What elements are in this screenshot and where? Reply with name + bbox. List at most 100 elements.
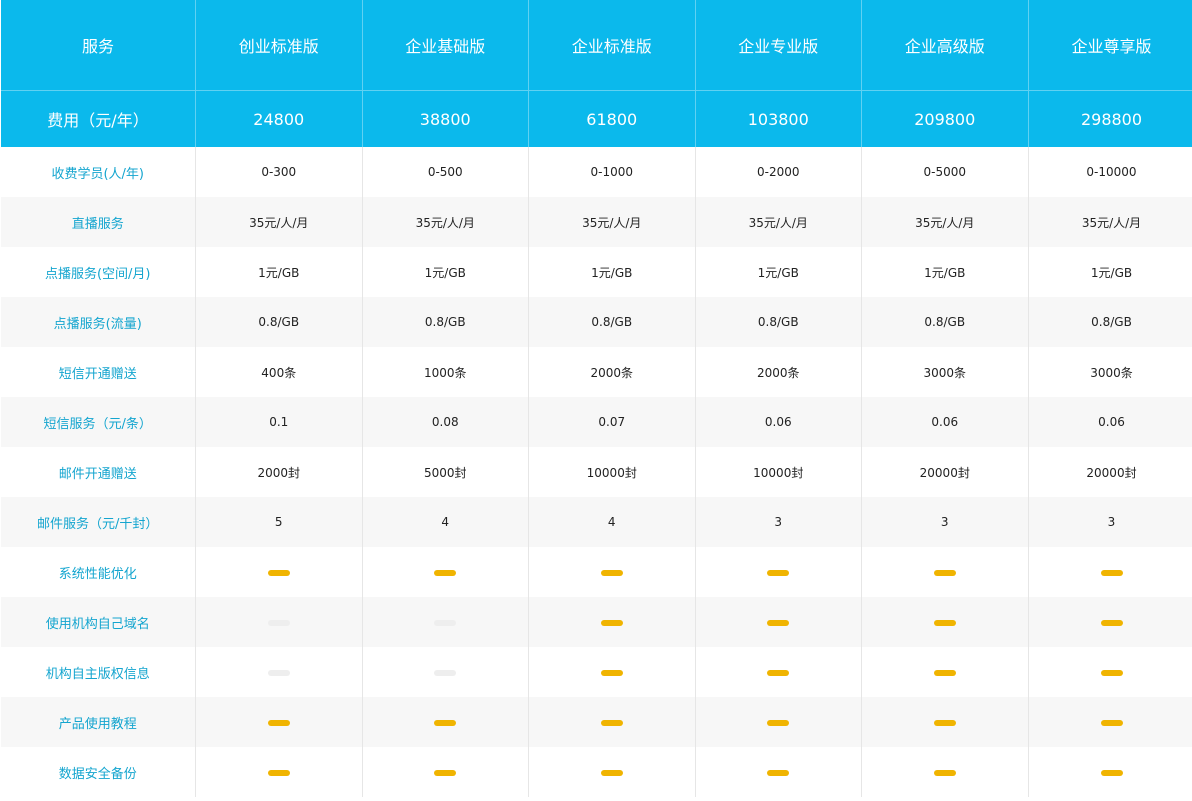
plan-name: 企业专业版 — [694, 0, 862, 91]
table-cell: 0.8/GB — [528, 297, 695, 347]
table-cell: 4 — [361, 497, 529, 547]
table-cell: 0.8/GB — [195, 297, 362, 347]
table-cell: 1000条 — [361, 347, 529, 397]
table-cell: 0.06 — [1027, 397, 1192, 447]
table-cell: 0.06 — [694, 397, 862, 447]
row-label: 收费学员(人/年) — [51, 166, 145, 182]
table-cell — [861, 547, 1028, 597]
dash-included-icon — [1100, 569, 1123, 576]
table-cell — [528, 547, 695, 597]
table-cell: 0-2000 — [694, 147, 862, 197]
table-cell: 0.08 — [361, 397, 529, 447]
table-cell — [361, 547, 529, 597]
table-cell — [694, 597, 862, 647]
plan-name: 企业高级版 — [861, 0, 1028, 91]
row-label: 短信开通赠送 — [58, 366, 137, 382]
table-cell: 20000封 — [1027, 447, 1192, 497]
table-cell: 0-300 — [195, 147, 362, 197]
dash-included-icon — [933, 669, 956, 676]
table-row: 短信服务（元/条） 0.1 0.08 0.07 0.06 0.06 0.06 — [0, 397, 1192, 447]
table-cell: 35元/人/月 — [861, 197, 1028, 247]
row-label: 点播服务(空间/月) — [44, 266, 151, 282]
dash-excluded-icon — [267, 619, 290, 626]
dash-included-icon — [1100, 719, 1123, 726]
table-cell: 5 — [195, 497, 362, 547]
dash-included-icon — [267, 769, 290, 776]
table-row: 点播服务(流量) 0.8/GB 0.8/GB 0.8/GB 0.8/GB 0.8/GB 0.… — [0, 297, 1192, 347]
table-cell — [361, 597, 529, 647]
service-header: 服务 — [0, 0, 196, 91]
pricing-table-body: 收费学员(人/年) 0-300 0-500 0-1000 0-2000 0-5000 0-1… — [0, 147, 1192, 797]
price-value: 38800 — [361, 90, 529, 147]
table-cell: 0.8/GB — [861, 297, 1028, 347]
table-cell: 1元/GB — [1027, 247, 1192, 297]
dash-included-icon — [767, 719, 790, 726]
table-cell — [861, 697, 1028, 747]
dash-excluded-icon — [267, 669, 290, 676]
dash-included-icon — [434, 569, 457, 576]
dash-included-icon — [1100, 769, 1123, 776]
row-label: 产品使用教程 — [0, 697, 196, 747]
dash-included-icon — [1100, 619, 1123, 626]
table-cell: 5000封 — [361, 447, 529, 497]
table-cell: 400条 — [195, 347, 362, 397]
table-cell: 4 — [528, 497, 695, 547]
dash-included-icon — [933, 719, 956, 726]
price-row: 费用（元/年） 24800 38800 61800 103800 209800 … — [0, 90, 1192, 147]
table-cell — [1027, 547, 1192, 597]
table-cell: 0-1000 — [528, 147, 695, 197]
table-cell: 35元/人/月 — [528, 197, 695, 247]
dash-included-icon — [267, 719, 290, 726]
dash-included-icon — [600, 769, 623, 776]
table-cell: 10000封 — [528, 447, 695, 497]
table-cell — [861, 647, 1028, 697]
price-value: 103800 — [694, 90, 862, 147]
table-cell — [528, 747, 695, 797]
row-label: 系统性能优化 — [58, 566, 137, 582]
row-label: 邮件开通赠送 — [58, 466, 137, 482]
table-cell: 3 — [694, 497, 862, 547]
table-cell: 3 — [1027, 497, 1192, 547]
table-cell — [195, 647, 362, 697]
dash-included-icon — [767, 669, 790, 676]
table-cell: 0.1 — [195, 397, 362, 447]
table-row: 数据安全备份 — [1, 747, 1192, 797]
dash-included-icon — [767, 769, 790, 776]
table-cell — [1027, 697, 1192, 747]
table-cell — [361, 647, 529, 697]
table-cell: 35元/人/月 — [195, 197, 362, 247]
dash-included-icon — [933, 569, 956, 576]
table-cell: 0.07 — [528, 397, 695, 447]
price-value: 24800 — [195, 90, 362, 147]
table-cell: 1元/GB — [528, 247, 695, 297]
table-row: 邮件服务（元/千封） 5 4 4 3 3 3 — [0, 497, 1192, 547]
table-cell: 10000封 — [694, 447, 862, 497]
dash-included-icon — [600, 669, 623, 676]
price-value: 209800 — [861, 90, 1028, 147]
row-label: 数据安全备份 — [58, 766, 137, 782]
plan-name: 企业基础版 — [361, 0, 529, 91]
table-cell — [694, 647, 862, 697]
table-cell: 35元/人/月 — [361, 197, 529, 247]
row-label: 邮件服务（元/千封） — [0, 497, 196, 547]
table-cell — [528, 597, 695, 647]
table-cell — [861, 747, 1028, 797]
table-row: 直播服务 35元/人/月 35元/人/月 35元/人/月 35元/人/月 35元/人/月 3… — [0, 197, 1192, 247]
dash-included-icon — [933, 619, 956, 626]
table-row: 收费学员(人/年) 0-300 0-500 0-1000 0-2000 0-5000 0-1… — [1, 147, 1192, 197]
table-cell — [694, 747, 862, 797]
table-row: 短信开通赠送 400条 1000条 2000条 2000条 3000条 3000条 — [1, 347, 1192, 397]
row-label: 直播服务 — [0, 197, 196, 247]
table-cell — [1027, 597, 1192, 647]
table-cell — [361, 697, 529, 747]
row-label: 点播服务(流量) — [0, 297, 196, 347]
table-row: 机构自主版权信息 — [1, 647, 1192, 697]
dash-included-icon — [434, 719, 457, 726]
dash-included-icon — [767, 569, 790, 576]
table-cell — [195, 597, 362, 647]
dash-included-icon — [600, 719, 623, 726]
price-value: 61800 — [528, 90, 695, 147]
dash-included-icon — [767, 619, 790, 626]
table-cell: 0-5000 — [861, 147, 1028, 197]
table-cell: 2000封 — [195, 447, 362, 497]
